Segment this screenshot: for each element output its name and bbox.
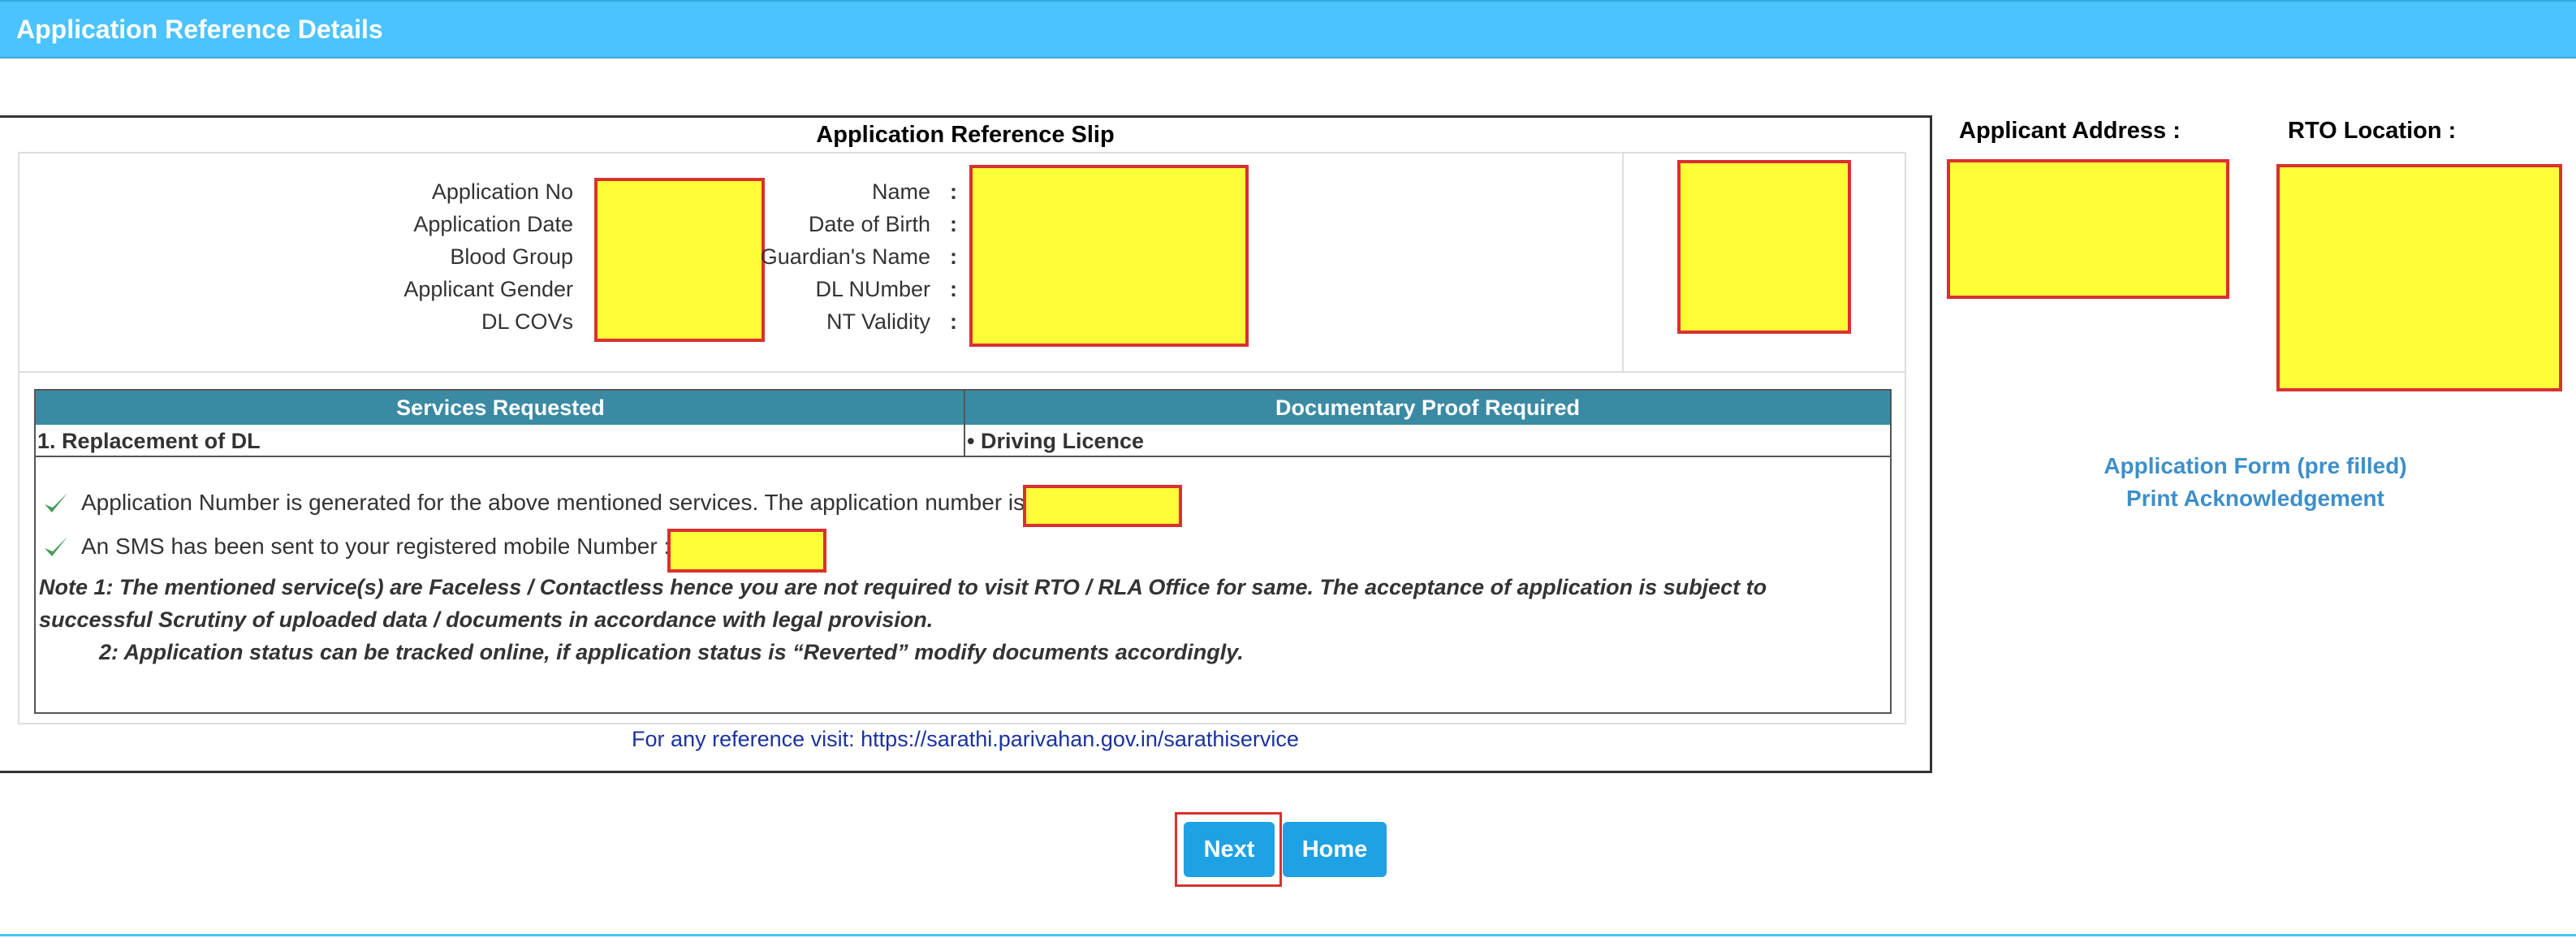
applicant-details: Application No Application Date Blood Gr… — [19, 153, 1905, 373]
footer-line — [0, 934, 2576, 936]
reference-prefix: For any reference visit: — [632, 727, 861, 751]
label-application-date: Application Date — [413, 212, 573, 236]
home-button[interactable]: Home — [1283, 822, 1387, 877]
next-button[interactable]: Next — [1184, 822, 1275, 877]
applicant-address-label: Applicant Address : — [1959, 118, 2181, 144]
header-services-requested: Services Requested — [36, 391, 965, 425]
label-guardians-name: Guardian's Name — [760, 244, 930, 269]
label-dl-covs: DL COVs — [481, 309, 573, 334]
label-application-no: Application No — [431, 179, 573, 204]
service-cell: 1. Replacement of DL — [36, 425, 965, 457]
redacted-left-values — [594, 178, 765, 342]
redacted-applicant-address — [1947, 159, 2229, 299]
label-date-of-birth: Date of Birth — [808, 212, 930, 236]
slip-title: Application Reference Slip — [816, 122, 1115, 148]
reference-link[interactable]: https://sarathi.parivahan.gov.in/sarathi… — [861, 727, 1299, 751]
note-2: 2: Application status can be tracked onl… — [99, 640, 1244, 664]
label-nt-validity: NT Validity — [826, 309, 930, 334]
colon: : — [950, 212, 957, 236]
reference-line: For any reference visit: https://sarathi… — [0, 727, 1931, 752]
colon: : — [950, 179, 957, 204]
label-dl-number: DL NUmber — [815, 277, 930, 301]
check-icon — [45, 537, 67, 556]
header-documentary-proof: Documentary Proof Required — [965, 391, 1890, 425]
application-number-message: Application Number is generated for the … — [81, 490, 1031, 515]
table-divider — [964, 391, 965, 457]
check-icon — [45, 493, 67, 512]
rto-location-label: RTO Location : — [2288, 118, 2457, 144]
slip-inner-box: Application No Application Date Blood Gr… — [18, 152, 1906, 724]
application-reference-slip: Application Reference Slip Application N… — [0, 115, 1932, 773]
services-table: Services Requested Documentary Proof Req… — [34, 389, 1892, 714]
application-form-link[interactable]: Application Form (pre filled) — [2012, 453, 2499, 479]
colon: : — [950, 277, 957, 301]
header-bar: Application Reference Details — [0, 0, 2576, 58]
redacted-photo — [1677, 160, 1851, 334]
photo-divider — [1622, 153, 1624, 373]
label-applicant-gender: Applicant Gender — [403, 277, 573, 301]
page-title: Application Reference Details — [16, 15, 383, 44]
sms-message: An SMS has been sent to your registered … — [81, 534, 671, 559]
redacted-rto-location — [2276, 164, 2562, 391]
proof-cell: • Driving Licence — [965, 425, 1890, 457]
redacted-mobile-number — [667, 529, 826, 573]
label-blood-group: Blood Group — [450, 244, 573, 269]
colon: : — [950, 309, 957, 334]
redacted-application-number — [1023, 485, 1182, 527]
label-name: Name — [871, 179, 930, 204]
note-1: Note 1: The mentioned service(s) are Fac… — [39, 575, 1767, 632]
print-acknowledgement-link[interactable]: Print Acknowledgement — [2012, 486, 2499, 512]
colon: : — [950, 244, 957, 269]
redacted-right-values — [969, 165, 1249, 347]
